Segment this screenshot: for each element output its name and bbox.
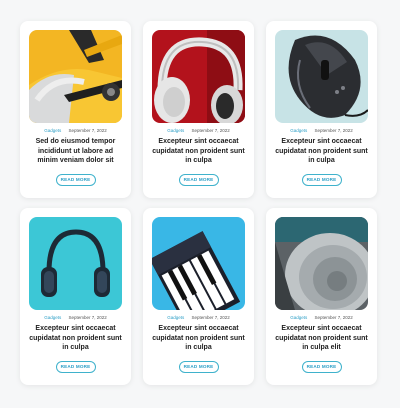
white-headphones-image	[152, 30, 245, 123]
piano-keys-image	[152, 217, 245, 310]
post-title[interactable]: Excepteur sint occaecat cupidatat non pr…	[274, 137, 369, 166]
category-link[interactable]: Gadgets	[167, 315, 184, 320]
post-meta: Gadgets September 7, 2022	[143, 127, 254, 135]
read-more-button[interactable]: READ MORE	[55, 174, 96, 186]
post-image-piano[interactable]	[152, 217, 245, 310]
post-date: September 7, 2022	[68, 128, 107, 133]
post-image-mouse[interactable]	[275, 30, 368, 123]
post-date: September 7, 2022	[314, 128, 353, 133]
post-image-car[interactable]	[29, 30, 122, 123]
post-image-headphones[interactable]	[152, 30, 245, 123]
read-more-button[interactable]: READ MORE	[178, 174, 219, 186]
post-image-headphones[interactable]	[29, 217, 122, 310]
category-link[interactable]: Gadgets	[44, 315, 61, 320]
post-card[interactable]: Gadgets September 7, 2022 Sed do eiusmod…	[20, 21, 131, 198]
post-title[interactable]: Sed do eiusmod tempor incididunt ut labo…	[28, 137, 123, 166]
post-meta: Gadgets September 7, 2022	[20, 127, 131, 135]
speaker-grille-image	[275, 217, 368, 310]
read-more-button[interactable]: READ MORE	[301, 174, 342, 186]
category-link[interactable]: Gadgets	[290, 128, 307, 133]
post-title[interactable]: Excepteur sint occaecat cupidatat non pr…	[28, 324, 123, 353]
post-meta: Gadgets September 7, 2022	[266, 127, 377, 135]
read-more-button[interactable]: READ MORE	[55, 361, 96, 373]
post-card[interactable]: Gadgets September 7, 2022 Excepteur sint…	[20, 208, 131, 385]
post-date: September 7, 2022	[191, 128, 230, 133]
blue-headphones-image	[29, 217, 122, 310]
post-date: September 7, 2022	[68, 315, 107, 320]
post-date: September 7, 2022	[191, 315, 230, 320]
post-meta: Gadgets September 7, 2022	[143, 314, 254, 322]
read-more-button[interactable]: READ MORE	[301, 361, 342, 373]
category-link[interactable]: Gadgets	[290, 315, 307, 320]
post-card[interactable]: Gadgets September 7, 2022 Excepteur sint…	[143, 21, 254, 198]
post-card[interactable]: Gadgets September 7, 2022 Excepteur sint…	[143, 208, 254, 385]
post-image-speaker[interactable]	[275, 217, 368, 310]
car-wheel-image	[29, 30, 122, 123]
post-meta: Gadgets September 7, 2022	[266, 314, 377, 322]
post-card[interactable]: Gadgets September 7, 2022 Excepteur sint…	[266, 21, 377, 198]
post-card[interactable]: Gadgets September 7, 2022 Excepteur sint…	[266, 208, 377, 385]
read-more-button[interactable]: READ MORE	[178, 361, 219, 373]
category-link[interactable]: Gadgets	[44, 128, 61, 133]
post-title[interactable]: Excepteur sint occaecat cupidatat non pr…	[151, 137, 246, 166]
post-title[interactable]: Excepteur sint occaecat cupidatat non pr…	[151, 324, 246, 353]
post-title[interactable]: Excepteur sint occaecat cupidatat non pr…	[274, 324, 369, 353]
category-link[interactable]: Gadgets	[167, 128, 184, 133]
gaming-mouse-image	[275, 30, 368, 123]
post-meta: Gadgets September 7, 2022	[20, 314, 131, 322]
post-date: September 7, 2022	[314, 315, 353, 320]
